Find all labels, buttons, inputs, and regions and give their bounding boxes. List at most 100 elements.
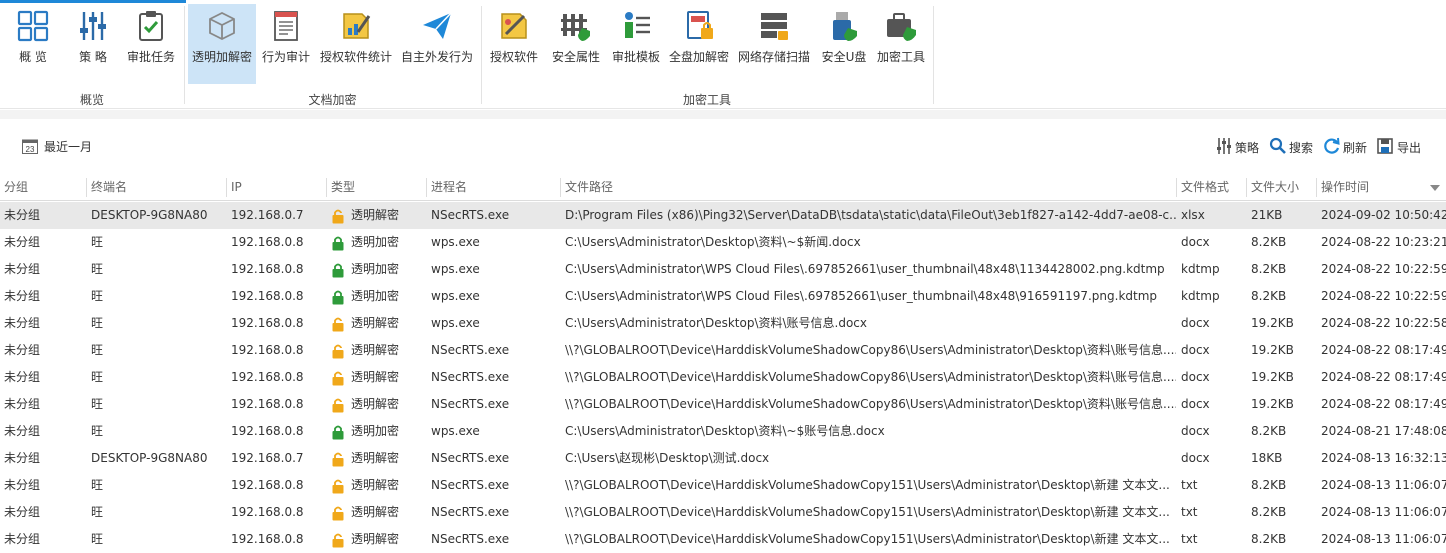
table-row[interactable]: 未分组 旺 192.168.0.8 透明解密 NSecRTS.exe \\?\GLOBAL… (0, 472, 1446, 499)
ribbon-button-label: 审批任务 (126, 50, 175, 64)
cell-group: 未分组 (4, 208, 41, 222)
table-row[interactable]: 未分组 旺 192.168.0.8 透明加密 wps.exe C:\Users\Admin… (0, 418, 1446, 445)
ribbon-button-licensed-software[interactable]: 授权软件 (484, 4, 544, 84)
cell-size: 8.2KB (1251, 262, 1287, 276)
column-header-group[interactable]: 分组 (0, 174, 86, 201)
cell-type: 透明加密 (327, 418, 426, 445)
cell-group: 未分组 (4, 451, 41, 465)
column-header-ip[interactable]: IP (227, 174, 326, 201)
table-row[interactable]: 未分组 旺 192.168.0.8 透明加密 wps.exe C:\Users\Admin… (0, 256, 1446, 283)
cell-size: 19.2KB (1251, 397, 1294, 411)
ribbon-button-secure-usb[interactable]: 安全U盘 (816, 4, 872, 84)
cell-path: C:\Users\Administrator\Desktop\资料\~$新闻.d… (565, 235, 861, 249)
ribbon-button-policy[interactable]: 策 略 (62, 4, 124, 84)
ribbon-button-label: 安全属性 (551, 50, 600, 64)
cell-terminal: DESKTOP-9G8NA80 (91, 208, 208, 222)
cell-process: NSecRTS.exe (431, 532, 510, 546)
type-label: 透明解密 (351, 451, 400, 465)
column-header-type[interactable]: 类型 (327, 174, 426, 201)
ribbon-button-label: 全盘加解密 (668, 50, 729, 64)
ribbon-button-approval-template[interactable]: 审批模板 (608, 4, 664, 84)
cell-type: 透明解密 (327, 445, 426, 472)
cell-size: 19.2KB (1251, 316, 1294, 330)
cell-ip: 192.168.0.8 (231, 532, 304, 546)
cell-terminal: 旺 (91, 235, 104, 249)
ribbon-button-disk-encryption[interactable]: 全盘加解密 (666, 4, 732, 84)
cell-group: 未分组 (4, 235, 41, 249)
ribbon-button-approval-tasks[interactable]: 审批任务 (122, 4, 180, 84)
cell-format: docx (1181, 343, 1210, 357)
cell-path: \\?\GLOBALROOT\Device\HarddiskVolumeShad… (565, 532, 1170, 546)
policy-button[interactable]: 策略 (1215, 136, 1265, 156)
cell-time: 2024-09-02 10:50:42 (1321, 208, 1446, 222)
cell-ip: 192.168.0.8 (231, 397, 304, 411)
cell-process: NSecRTS.exe (431, 478, 510, 492)
ribbon-button-security-attributes[interactable]: 安全属性 (546, 4, 606, 84)
ribbon-button-label: 自主外发行为 (400, 50, 473, 64)
cell-ip: 192.168.0.8 (231, 262, 304, 276)
policy-button-label: 策略 (1235, 141, 1260, 155)
ribbon-button-behavior-audit[interactable]: 行为审计 (258, 4, 314, 84)
sort-desc-icon[interactable] (1430, 185, 1440, 191)
refresh-button[interactable]: 刷新 (1323, 136, 1373, 156)
cell-process: NSecRTS.exe (431, 208, 510, 222)
ribbon-button-label: 透明加解密 (191, 50, 252, 64)
table-row[interactable]: 未分组 旺 192.168.0.8 透明解密 NSecRTS.exe \\?\GLOBAL… (0, 337, 1446, 364)
ribbon-button-network-storage-scan[interactable]: 网络存储扫描 (734, 4, 814, 84)
cell-type: 透明解密 (327, 499, 426, 526)
column-header-file-size[interactable]: 文件大小 (1247, 174, 1316, 201)
table-row[interactable]: 未分组 旺 192.168.0.8 透明解密 NSecRTS.exe \\?\GLOBAL… (0, 364, 1446, 391)
lock-icon (332, 263, 344, 278)
type-label: 透明解密 (351, 343, 400, 357)
cell-time: 2024-08-22 08:17:49 (1321, 343, 1446, 357)
cell-size: 8.2KB (1251, 235, 1287, 249)
calendar-icon: 23 (22, 139, 38, 154)
license-stats-icon (343, 13, 371, 39)
unlock-icon (332, 452, 344, 467)
table-row[interactable]: 未分组 DESKTOP-9G8NA80 192.168.0.7 透明解密 NSecRTS… (0, 202, 1446, 229)
column-header-terminal[interactable]: 终端名 (87, 174, 226, 201)
type-label: 透明解密 (351, 505, 400, 519)
table-row[interactable]: 未分组 旺 192.168.0.8 透明解密 NSecRTS.exe \\?\GLOBAL… (0, 499, 1446, 526)
ribbon-group-label: 概览 (79, 93, 104, 107)
cell-time: 2024-08-13 11:06:07 (1321, 532, 1446, 546)
cell-ip: 192.168.0.8 (231, 289, 304, 303)
cell-type: 透明解密 (327, 526, 426, 553)
cell-format: xlsx (1181, 208, 1205, 222)
column-header-file-path[interactable]: 文件路径 (561, 174, 1176, 201)
column-header-process[interactable]: 进程名 (427, 174, 560, 201)
cell-terminal: 旺 (91, 424, 104, 438)
column-header-operation-time[interactable]: 操作时间 (1317, 174, 1446, 201)
ribbon-button-outbound-behavior[interactable]: 自主外发行为 (398, 4, 476, 84)
table-row[interactable]: 未分组 DESKTOP-9G8NA80 192.168.0.7 透明解密 NSecRTS… (0, 445, 1446, 472)
type-label: 透明加密 (351, 424, 400, 438)
table-row[interactable]: 未分组 旺 192.168.0.8 透明解密 NSecRTS.exe \\?\GLOBAL… (0, 526, 1446, 553)
cell-ip: 192.168.0.8 (231, 370, 304, 384)
cell-group: 未分组 (4, 397, 41, 411)
ribbon-button-transparent-crypto[interactable]: 透明加解密 (188, 4, 256, 84)
ribbon-button-overview[interactable]: 概 览 (4, 4, 62, 84)
ribbon-group-label: 加密工具 (682, 93, 731, 107)
lock-icon (332, 236, 344, 251)
cell-process: wps.exe (431, 424, 480, 438)
cell-group: 未分组 (4, 262, 41, 276)
table-row[interactable]: 未分组 旺 192.168.0.8 透明解密 NSecRTS.exe \\?\GLOBAL… (0, 391, 1446, 418)
unlock-icon (332, 317, 344, 332)
cell-ip: 192.168.0.8 (231, 235, 304, 249)
cell-terminal: 旺 (91, 532, 104, 546)
unlock-icon (332, 479, 344, 494)
column-header-file-format[interactable]: 文件格式 (1177, 174, 1246, 201)
ribbon-button-label: 授权软件统计 (319, 50, 392, 64)
table-row[interactable]: 未分组 旺 192.168.0.8 透明加密 wps.exe C:\Users\Admin… (0, 229, 1446, 256)
search-button[interactable]: 搜索 (1269, 136, 1319, 156)
cell-format: docx (1181, 397, 1210, 411)
ribbon-button-license-stats[interactable]: 授权软件统计 (316, 4, 396, 84)
cell-path: C:\Users\Administrator\WPS Cloud Files\.… (565, 262, 1165, 276)
table-row[interactable]: 未分组 旺 192.168.0.8 透明加密 wps.exe C:\Users\Admin… (0, 283, 1446, 310)
table-row[interactable]: 未分组 旺 192.168.0.8 透明解密 wps.exe C:\Users\Admin… (0, 310, 1446, 337)
refresh-button-label: 刷新 (1343, 141, 1368, 155)
export-button[interactable]: 导出 (1377, 136, 1427, 156)
ribbon-button-label: 授权软件 (489, 50, 538, 64)
cell-format: kdtmp (1181, 262, 1220, 276)
ribbon-button-encrypt-tools[interactable]: 加密工具 (874, 4, 928, 84)
